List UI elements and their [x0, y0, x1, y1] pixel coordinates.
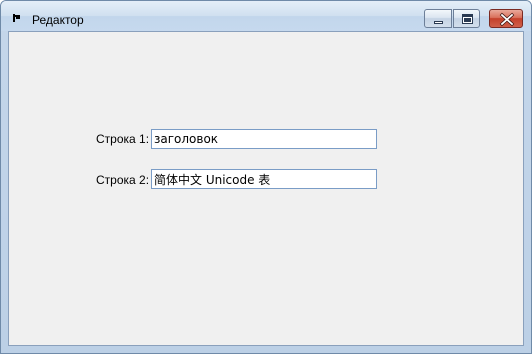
minimize-button[interactable] [424, 9, 452, 28]
title-bar[interactable]: Редактор [1, 1, 531, 31]
client-area: Строка 1: Строка 2: [8, 31, 524, 346]
row2-label: Строка 2: [96, 173, 150, 187]
row1-label: Строка 1: [96, 132, 150, 146]
maximize-button[interactable] [453, 9, 480, 28]
window-title: Редактор [32, 13, 84, 27]
row2-input[interactable] [151, 169, 377, 189]
minimize-icon [434, 21, 443, 24]
close-button[interactable] [489, 9, 523, 28]
row1-input[interactable] [151, 129, 377, 149]
maximize-icon [462, 14, 473, 24]
close-icon [499, 12, 515, 27]
app-icon [13, 14, 20, 22]
app-window: Редактор Строка 1: Строка 2: [0, 0, 532, 354]
